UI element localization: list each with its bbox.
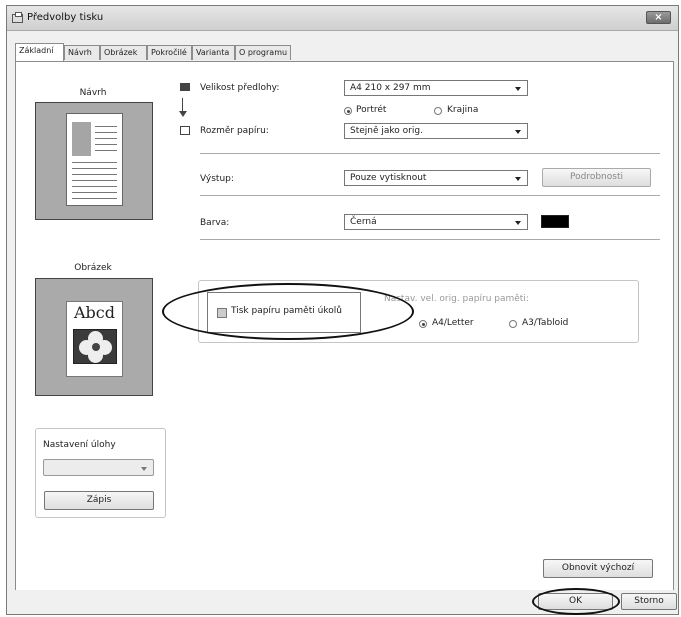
cancel-button[interactable]: Storno xyxy=(621,593,677,610)
paper-icon xyxy=(180,126,190,135)
separator xyxy=(200,239,660,240)
paper-size-select[interactable]: Stejně jako orig. xyxy=(344,123,528,139)
paper-size-label: Rozměr papíru: xyxy=(200,126,269,136)
tab-design[interactable]: Návrh xyxy=(64,45,100,60)
original-size-icon xyxy=(180,83,190,91)
black-color-swatch xyxy=(541,215,569,228)
job-settings-select[interactable] xyxy=(43,459,154,476)
picture-preview: Abcd xyxy=(35,278,153,396)
close-button[interactable]: × xyxy=(646,11,671,24)
chevron-down-icon xyxy=(515,221,521,225)
output-label: Výstup: xyxy=(200,174,234,184)
color-value: Černá xyxy=(350,217,377,227)
chevron-down-icon xyxy=(141,467,147,471)
separator xyxy=(200,153,660,154)
tab-basic[interactable]: Základní xyxy=(15,43,64,61)
ok-highlight-oval xyxy=(532,588,620,615)
original-size-label: Velikost předlohy: xyxy=(200,83,280,93)
output-select[interactable]: Pouze vytisknout xyxy=(344,170,528,186)
highlight-oval xyxy=(162,283,414,340)
details-button[interactable]: Podrobnosti xyxy=(542,168,651,187)
a3-tabloid-radio[interactable] xyxy=(509,320,517,328)
landscape-radio[interactable] xyxy=(434,107,442,115)
job-settings-box: Nastavení úlohy Zápis xyxy=(35,428,166,518)
separator xyxy=(200,195,660,196)
chevron-down-icon xyxy=(515,87,521,91)
a4-letter-label: A4/Letter xyxy=(432,318,474,328)
job-settings-label: Nastavení úlohy xyxy=(43,440,116,450)
tab-about[interactable]: O programu xyxy=(235,45,291,60)
color-select[interactable]: Černá xyxy=(344,214,528,230)
preview-title: Návrh xyxy=(79,88,107,98)
picture-text: Abcd xyxy=(74,303,115,322)
original-size-value: A4 210 x 297 mm xyxy=(350,83,431,93)
basic-tab-panel: Návrh Obrázek Abcd Nastavení úlohy Zápis… xyxy=(15,61,674,594)
title-bar: Předvolby tisku × xyxy=(7,6,678,31)
color-label: Barva: xyxy=(200,218,230,228)
tab-variant[interactable]: Varianta xyxy=(192,45,235,60)
flower-image xyxy=(73,329,117,364)
portrait-radio[interactable] xyxy=(344,107,352,115)
a4-letter-radio[interactable] xyxy=(419,320,427,328)
output-value: Pouze vytisknout xyxy=(350,173,427,183)
restore-defaults-button[interactable]: Obnovit výchozí xyxy=(543,559,653,578)
a3-tabloid-label: A3/Tabloid xyxy=(522,318,569,328)
register-button[interactable]: Zápis xyxy=(44,491,154,510)
picture-page: Abcd xyxy=(66,301,123,377)
portrait-label: Portrét xyxy=(356,105,387,115)
printer-icon xyxy=(12,12,23,23)
preview-image-placeholder xyxy=(72,122,91,156)
tab-advanced[interactable]: Pokročilé xyxy=(147,45,192,60)
window-title: Předvolby tisku xyxy=(27,12,104,23)
picture-title: Obrázek xyxy=(74,263,112,273)
preview-page xyxy=(66,113,123,206)
paper-size-value: Stejně jako orig. xyxy=(350,126,423,136)
dialog-footer: OK Storno xyxy=(7,588,678,615)
original-size-select[interactable]: A4 210 x 297 mm xyxy=(344,80,528,96)
document-preview xyxy=(35,102,153,220)
chevron-down-icon xyxy=(515,177,521,181)
landscape-label: Krajina xyxy=(447,105,479,115)
chevron-down-icon xyxy=(515,130,521,134)
tab-image[interactable]: Obrázek xyxy=(100,45,147,60)
print-preferences-window: Předvolby tisku × Základní Návrh Obrázek… xyxy=(6,5,679,615)
